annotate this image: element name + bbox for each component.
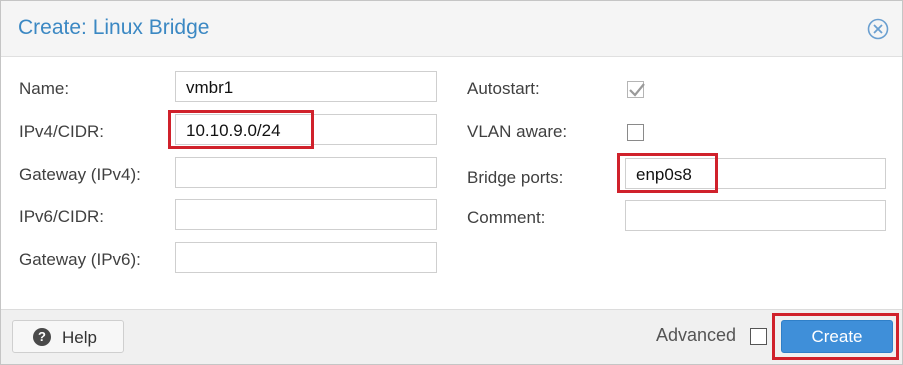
advanced-label: Advanced: [656, 325, 737, 345]
autostart-label: Autostart:: [467, 79, 540, 98]
gateway-ipv6-input[interactable]: [175, 242, 437, 273]
comment-input[interactable]: [625, 200, 886, 231]
advanced-checkbox[interactable]: [750, 328, 767, 345]
vlan-aware-label: VLAN aware:: [467, 122, 568, 141]
dialog-titlebar: Create: Linux Bridge: [1, 1, 902, 57]
question-circle-icon: ?: [33, 328, 51, 346]
name-label: Name:: [19, 79, 70, 98]
close-icon[interactable]: [867, 18, 889, 40]
bridge-ports-input[interactable]: enp0s8: [625, 158, 886, 189]
checkmark-icon: [629, 83, 645, 97]
linux-bridge-dialog: Create: Linux Bridge Name: vmbr1 IPv4/CI…: [0, 0, 903, 365]
gateway-ipv6-label: Gateway (IPv6):: [19, 250, 141, 269]
vlan-aware-checkbox[interactable]: [627, 124, 644, 141]
gateway-ipv4-label: Gateway (IPv4):: [19, 165, 141, 184]
ipv6-cidr-input[interactable]: [175, 199, 437, 230]
ipv6-cidr-label: IPv6/CIDR:: [19, 207, 105, 226]
name-input[interactable]: vmbr1: [175, 71, 437, 102]
ipv4-cidr-label: IPv4/CIDR:: [19, 122, 105, 141]
dialog-body: Name: vmbr1 IPv4/CIDR: 10.10.9.0/24 Gate…: [1, 57, 902, 310]
gateway-ipv4-input[interactable]: [175, 157, 437, 188]
dialog-footer: ? Help Advanced Create: [1, 309, 902, 364]
autostart-checkbox[interactable]: [627, 81, 645, 98]
dialog-title: Create: Linux Bridge: [18, 16, 210, 39]
ipv4-cidr-input[interactable]: 10.10.9.0/24: [175, 114, 437, 145]
comment-label: Comment:: [467, 208, 546, 227]
create-button[interactable]: Create: [781, 320, 893, 353]
help-button[interactable]: ? Help: [12, 320, 124, 353]
bridge-ports-label: Bridge ports:: [467, 168, 564, 187]
help-button-label: Help: [62, 328, 97, 347]
